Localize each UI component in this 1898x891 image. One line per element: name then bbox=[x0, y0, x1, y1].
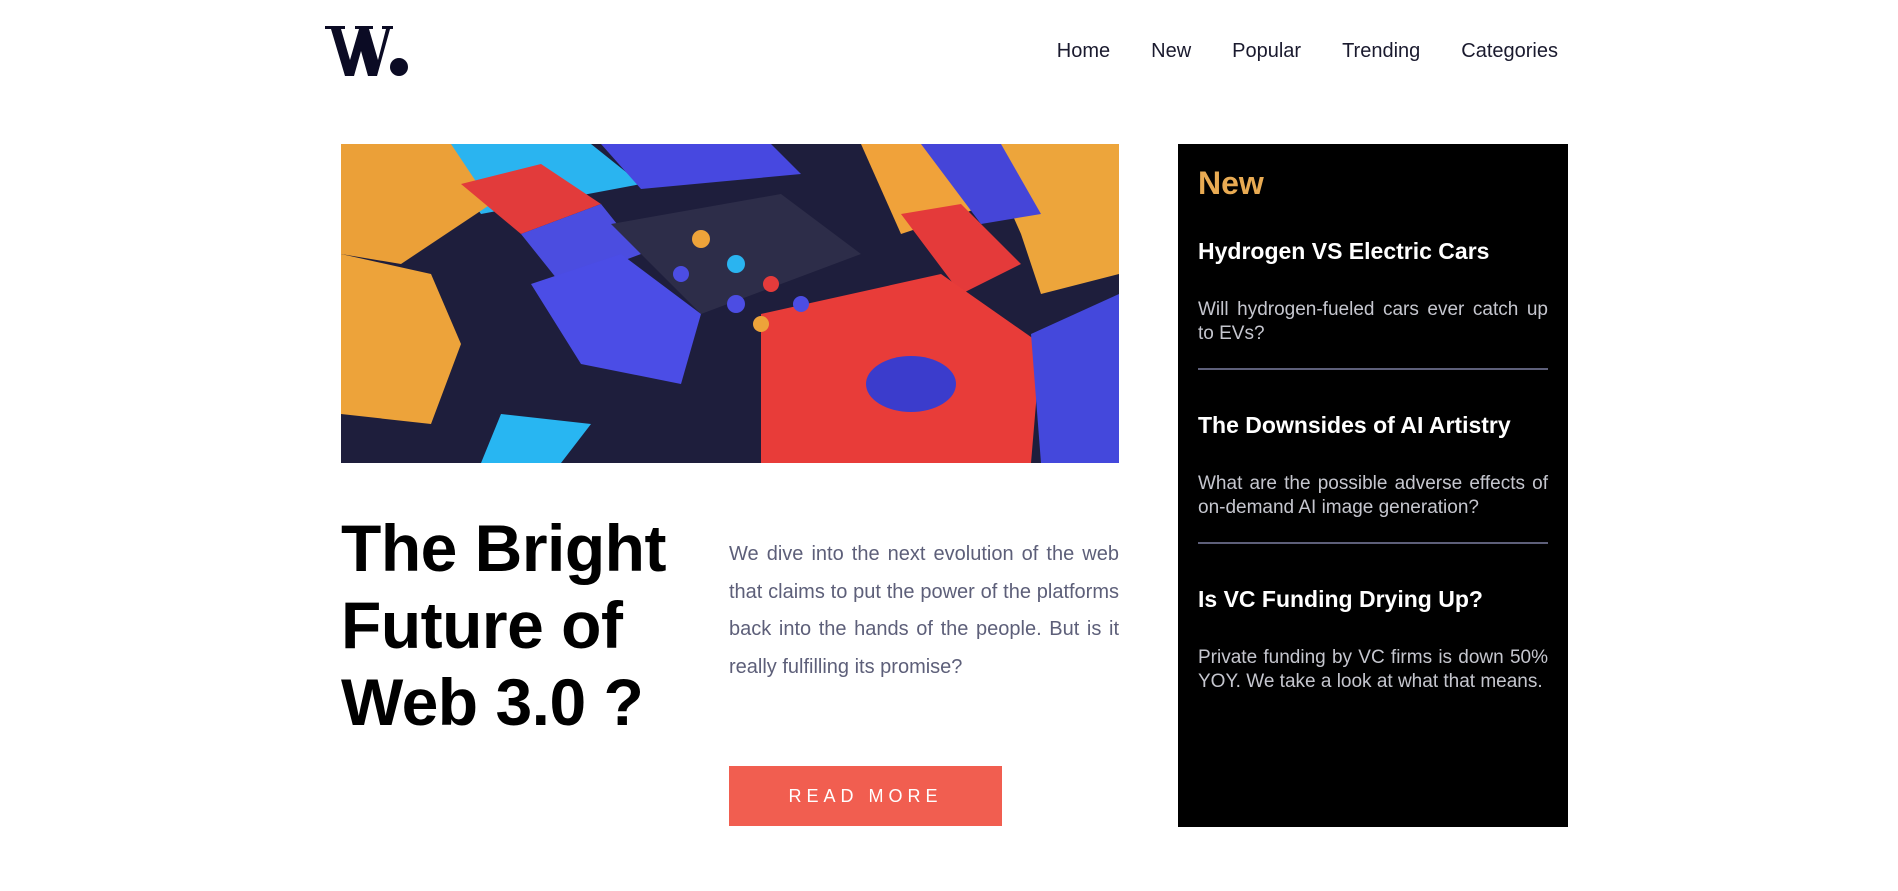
read-more-button[interactable]: READ MORE bbox=[729, 766, 1002, 826]
article-description: We dive into the next evolution of the w… bbox=[729, 543, 1119, 678]
sidebar-article-title[interactable]: Hydrogen VS Electric Cars bbox=[1198, 236, 1548, 266]
sidebar-divider bbox=[1198, 368, 1548, 370]
new-articles-sidebar: New Hydrogen VS Electric Cars Will hydro… bbox=[1178, 144, 1568, 827]
sidebar-divider bbox=[1198, 542, 1548, 544]
sidebar-article-text: What are the possible adverse effects of… bbox=[1198, 473, 1548, 518]
hero-image bbox=[341, 144, 1119, 463]
sidebar-article-title[interactable]: Is VC Funding Drying Up? bbox=[1198, 584, 1548, 614]
sidebar-article[interactable]: The Downsides of AI Artistry What are th… bbox=[1198, 410, 1548, 520]
sidebar-article-text: Will hydrogen-fueled cars ever catch up … bbox=[1198, 299, 1548, 344]
sidebar-article[interactable]: Hydrogen VS Electric Cars Will hydrogen-… bbox=[1198, 236, 1548, 346]
sidebar-article[interactable]: Is VC Funding Drying Up? Private funding… bbox=[1198, 584, 1548, 694]
nav-item-home[interactable]: Home bbox=[1057, 40, 1110, 63]
w-logo-icon[interactable] bbox=[325, 22, 409, 80]
nav-item-trending[interactable]: Trending bbox=[1342, 40, 1420, 63]
sidebar-title: New bbox=[1198, 165, 1264, 201]
sidebar-article-title[interactable]: The Downsides of AI Artistry bbox=[1198, 410, 1548, 440]
nav-item-new[interactable]: New bbox=[1151, 40, 1191, 63]
headline: The Bright Future of Web 3.0 ? bbox=[341, 511, 666, 739]
sidebar-article-text: Private funding by VC firms is down 50% … bbox=[1198, 647, 1548, 692]
main-nav: Home New Popular Trending Categories bbox=[1000, 40, 1558, 63]
nav-item-popular[interactable]: Popular bbox=[1232, 40, 1301, 63]
nav-item-categories[interactable]: Categories bbox=[1461, 40, 1558, 63]
logo-mark bbox=[325, 26, 408, 76]
colorful-3d-blocks-illustration bbox=[341, 144, 1119, 463]
